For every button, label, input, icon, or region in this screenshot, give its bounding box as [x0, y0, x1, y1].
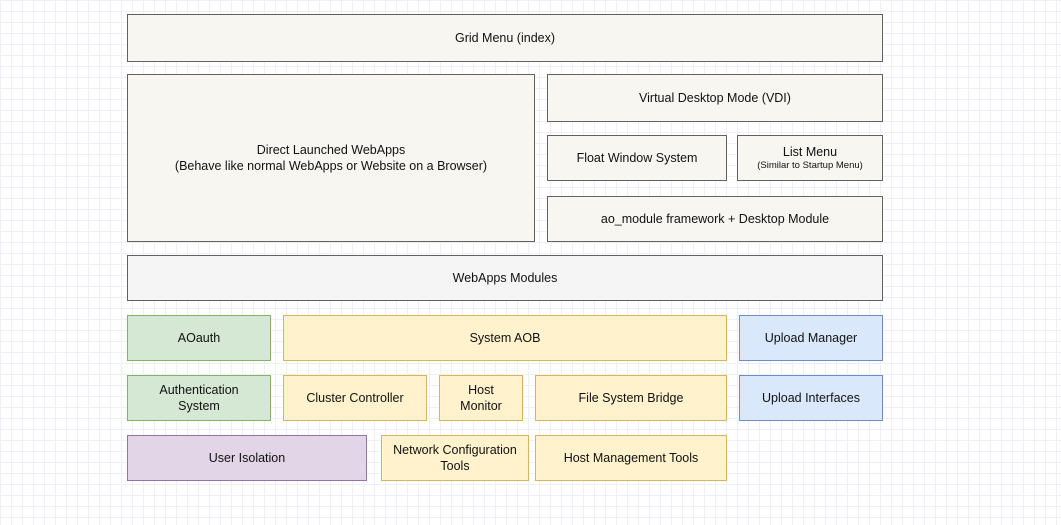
user-isolation-box: User Isolation: [127, 435, 367, 481]
host-monitor-label: Host Monitor: [448, 382, 514, 415]
aoauth-box: AOauth: [127, 315, 271, 361]
upload-interfaces-box: Upload Interfaces: [739, 375, 883, 421]
host-monitor-box: Host Monitor: [439, 375, 523, 421]
webapps-modules-box: WebApps Modules: [127, 255, 883, 301]
list-menu-label: List Menu: [783, 144, 837, 160]
grid-menu-label: Grid Menu (index): [455, 30, 555, 46]
system-aob-label: System AOB: [470, 330, 541, 346]
cluster-controller-box: Cluster Controller: [283, 375, 427, 421]
list-menu-box: List Menu (Similar to Startup Menu): [737, 135, 883, 181]
file-system-bridge-label: File System Bridge: [579, 390, 684, 406]
upload-manager-label: Upload Manager: [765, 330, 857, 346]
file-system-bridge-box: File System Bridge: [535, 375, 727, 421]
virtual-desktop-mode-label: Virtual Desktop Mode (VDI): [639, 90, 791, 106]
direct-webapps-box: Direct Launched WebApps (Behave like nor…: [127, 74, 535, 242]
upload-interfaces-label: Upload Interfaces: [762, 390, 860, 406]
float-window-system-box: Float Window System: [547, 135, 727, 181]
host-management-tools-label: Host Management Tools: [564, 450, 699, 466]
float-window-system-label: Float Window System: [577, 150, 698, 166]
diagram-canvas: Grid Menu (index) Direct Launched WebApp…: [0, 0, 1061, 525]
grid-menu-box: Grid Menu (index): [127, 14, 883, 62]
upload-manager-box: Upload Manager: [739, 315, 883, 361]
host-management-tools-box: Host Management Tools: [535, 435, 727, 481]
direct-webapps-label-line2: (Behave like normal WebApps or Website o…: [175, 158, 487, 174]
user-isolation-label: User Isolation: [209, 450, 285, 466]
virtual-desktop-mode-box: Virtual Desktop Mode (VDI): [547, 74, 883, 122]
direct-webapps-label-line1: Direct Launched WebApps: [257, 142, 405, 158]
authentication-system-label: Authentication System: [146, 382, 252, 415]
ao-module-framework-box: ao_module framework + Desktop Module: [547, 196, 883, 242]
network-configuration-tools-box: Network Configuration Tools: [381, 435, 529, 481]
network-configuration-tools-label: Network Configuration Tools: [390, 442, 520, 475]
authentication-system-box: Authentication System: [127, 375, 271, 421]
list-menu-sublabel: (Similar to Startup Menu): [757, 160, 863, 171]
aoauth-label: AOauth: [178, 330, 220, 346]
cluster-controller-label: Cluster Controller: [306, 390, 403, 406]
system-aob-box: System AOB: [283, 315, 727, 361]
webapps-modules-label: WebApps Modules: [453, 270, 558, 286]
ao-module-framework-label: ao_module framework + Desktop Module: [601, 211, 829, 227]
